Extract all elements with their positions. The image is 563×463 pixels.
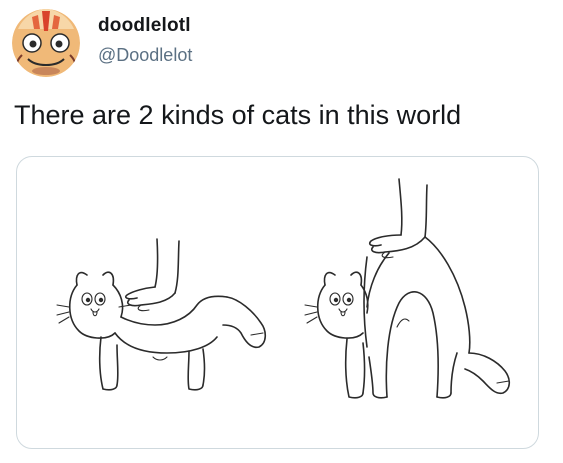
flat-cat-drawing	[56, 238, 267, 391]
cats-illustration	[56, 178, 511, 399]
user-handle[interactable]: @Doodlelot	[98, 43, 192, 67]
axolotl-face-avatar-icon	[12, 9, 80, 77]
avatar[interactable]	[12, 9, 80, 77]
author-info: doodlelotl @Doodlelot	[98, 15, 192, 67]
display-name[interactable]: doodlelotl	[98, 15, 192, 37]
arched-cat-drawing	[304, 178, 511, 399]
tweet-media-image[interactable]	[16, 156, 539, 449]
tweet-text: There are 2 kinds of cats in this world	[14, 100, 462, 130]
tweet-card: doodlelotl @Doodlelot There are 2 kinds …	[0, 0, 563, 463]
